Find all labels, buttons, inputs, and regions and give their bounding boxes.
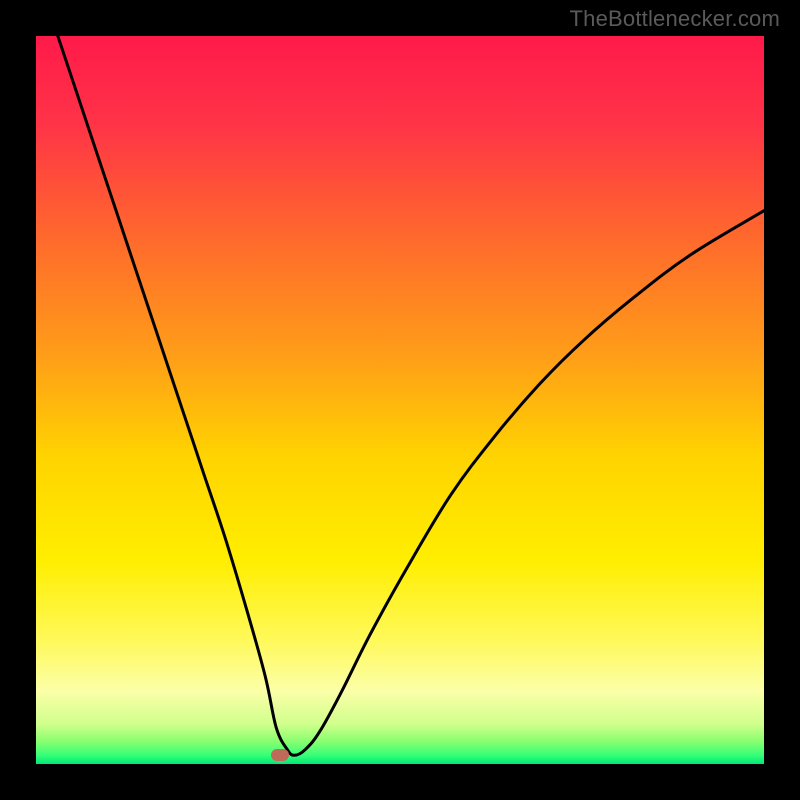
chart-frame: TheBottlenecker.com: [0, 0, 800, 800]
watermark-label: TheBottlenecker.com: [570, 6, 780, 32]
plot-area: [36, 36, 764, 764]
curve-layer: [36, 36, 764, 764]
bottleneck-curve: [58, 36, 764, 755]
optimal-point-marker: [271, 749, 289, 761]
